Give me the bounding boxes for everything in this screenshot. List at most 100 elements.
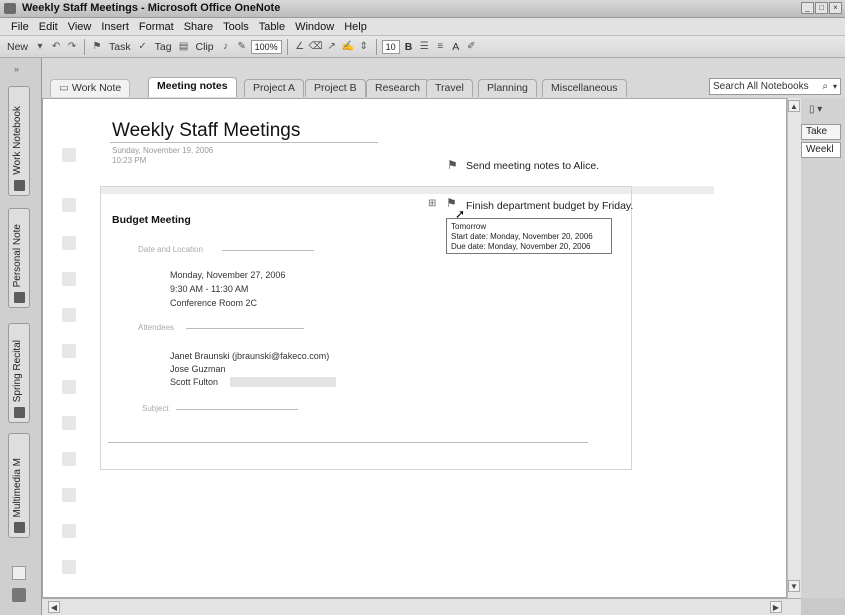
select-icon[interactable]: ↗ (325, 40, 339, 54)
vertical-scrollbar[interactable]: ▲ ▼ (787, 98, 801, 598)
label-line (176, 409, 298, 410)
task-button[interactable]: Task (106, 41, 134, 53)
bold-button[interactable]: B (402, 41, 416, 53)
highlight-icon[interactable]: ✐ (464, 40, 478, 54)
audio-icon[interactable]: ♪ (219, 40, 233, 54)
toolbar-separator (286, 38, 288, 55)
meeting-time[interactable]: 9:30 AM - 11:30 AM (170, 284, 248, 294)
scroll-right-icon[interactable]: ▶ (770, 601, 782, 613)
page-time: 10:23 PM (112, 156, 147, 165)
title-underline (110, 142, 378, 143)
scroll-left-icon[interactable]: ◀ (48, 601, 60, 613)
notebook-icon (14, 407, 25, 418)
notebook-multimedia[interactable]: Multimedia M (8, 433, 30, 538)
clip-icon: ▤ (178, 40, 189, 52)
tab-research[interactable]: Research (366, 79, 429, 97)
menu-insert[interactable]: Insert (96, 21, 134, 33)
margin-marker (62, 198, 76, 212)
menu-format[interactable]: Format (134, 21, 179, 33)
tooltip-start-date: Start date: Monday, November 20, 2006 (451, 232, 593, 241)
bullets-icon[interactable]: ☰ (417, 40, 431, 54)
margin-marker (62, 560, 76, 574)
menu-view[interactable]: View (63, 21, 97, 33)
ink-icon[interactable]: ✍ (341, 40, 355, 54)
font-size-select[interactable]: 10 (381, 39, 400, 54)
task-send-notes[interactable]: Send meeting notes to Alice. (466, 160, 599, 172)
tab-project-a[interactable]: Project A (244, 79, 305, 97)
task-tooltip: Tomorrow Start date: Monday, November 20… (446, 218, 612, 254)
standard-toolbar: New ▾ ↶ ↷ ⚑ Task ✓ Tag ▤ Clip ♪ ✎ 100% ∠… (0, 36, 845, 58)
insert-space-icon[interactable]: ⇕ (357, 40, 371, 54)
pen-icon[interactable]: ✎ (235, 40, 249, 54)
menu-edit[interactable]: Edit (34, 21, 63, 33)
subject-label: Subject (142, 404, 169, 413)
notebook-spring-recital[interactable]: Spring Recital (8, 323, 30, 423)
scroll-up-icon[interactable]: ▲ (788, 100, 800, 112)
font-color-button[interactable]: A (449, 41, 462, 53)
numbering-icon[interactable]: ≡ (433, 40, 447, 54)
menu-table[interactable]: Table (254, 21, 290, 33)
task-flag-icon[interactable]: ⚑ (447, 158, 458, 172)
dropdown-arrow-icon[interactable]: ▾ (33, 40, 47, 54)
tab-planning[interactable]: Planning (478, 79, 537, 97)
meeting-room[interactable]: Conference Room 2C (170, 298, 257, 308)
note-heading[interactable]: Budget Meeting (112, 214, 191, 226)
notebook-work[interactable]: Work Notebook (8, 86, 30, 196)
tooltip-due: Tomorrow (451, 222, 487, 231)
attendee-3[interactable]: Scott Fulton (170, 377, 218, 387)
redo-icon[interactable]: ↷ (65, 40, 79, 54)
tag-button[interactable]: Tag (152, 41, 175, 53)
expand-icon[interactable]: ⊞ (428, 198, 436, 209)
margin-marker (62, 148, 76, 162)
tab-project-b[interactable]: Project B (305, 79, 366, 97)
chevron-down-icon[interactable]: ▾ (833, 79, 837, 94)
new-page-button[interactable]: ▯ ▾ (809, 104, 822, 115)
maximize-button[interactable]: □ (815, 2, 828, 14)
attendee-1[interactable]: Janet Braunski (jbraunski@fakeco.com) (170, 351, 329, 361)
menu-file[interactable]: File (6, 21, 34, 33)
new-notebook-icon[interactable] (12, 588, 26, 602)
tab-work-note[interactable]: ▭ Work Note (50, 79, 131, 97)
page-tab-weekly[interactable]: Weekl (801, 142, 841, 158)
attendee-2[interactable]: Jose Guzman (170, 364, 226, 374)
menu-tools[interactable]: Tools (218, 21, 254, 33)
unfiled-notes-icon[interactable] (12, 566, 26, 580)
task-finish-budget[interactable]: Finish department budget by Friday. (466, 200, 633, 212)
search-icon[interactable]: ⌕ (822, 79, 828, 94)
margin-marker (62, 488, 76, 502)
notebook-icon (14, 292, 25, 303)
scroll-down-icon[interactable]: ▼ (788, 580, 800, 592)
divider-line (108, 442, 588, 443)
page-date: Sunday, November 19, 2006 (112, 146, 214, 155)
undo-icon[interactable]: ↶ (49, 40, 63, 54)
horizontal-scrollbar[interactable]: ◀ ▶ (42, 598, 801, 615)
flag-icon: ⚑ (92, 40, 102, 52)
collapse-pane-icon[interactable]: » (14, 64, 19, 74)
page-title[interactable]: Weekly Staff Meetings (112, 120, 300, 142)
menu-help[interactable]: Help (339, 21, 372, 33)
notebook-personal[interactable]: Personal Note (8, 208, 30, 308)
search-input[interactable]: Search All Notebooks ⌕ ▾ (709, 78, 841, 95)
new-button[interactable]: New (4, 41, 31, 53)
tab-miscellaneous[interactable]: Miscellaneous (542, 79, 627, 97)
zoom-select[interactable]: 100% (250, 39, 282, 54)
page-tabs-pane: ▯ ▾ Take Weekl (801, 98, 845, 598)
check-icon: ✓ (138, 40, 147, 52)
eraser-icon[interactable]: ⌫ (309, 40, 323, 54)
meeting-date[interactable]: Monday, November 27, 2006 (170, 270, 285, 280)
menu-bar: File Edit View Insert Format Share Tools… (0, 18, 845, 36)
tab-travel[interactable]: Travel (426, 79, 473, 97)
tab-meeting-notes[interactable]: Meeting notes (148, 77, 237, 97)
label-line (186, 328, 304, 329)
minimize-button[interactable]: _ (801, 2, 814, 14)
folder-icon: ▭ (59, 82, 72, 94)
close-button[interactable]: × (829, 2, 842, 14)
mouse-pointer-icon: ➚ (455, 207, 466, 221)
notebook-navigation-bar: » Work Notebook Personal Note Spring Rec… (0, 58, 42, 615)
menu-window[interactable]: Window (290, 21, 339, 33)
pen-tool-icon[interactable]: ∠ (293, 40, 307, 54)
clip-button[interactable]: Clip (193, 41, 217, 53)
menu-share[interactable]: Share (179, 21, 218, 33)
page-tab-take[interactable]: Take (801, 124, 841, 140)
margin-marker (62, 344, 76, 358)
